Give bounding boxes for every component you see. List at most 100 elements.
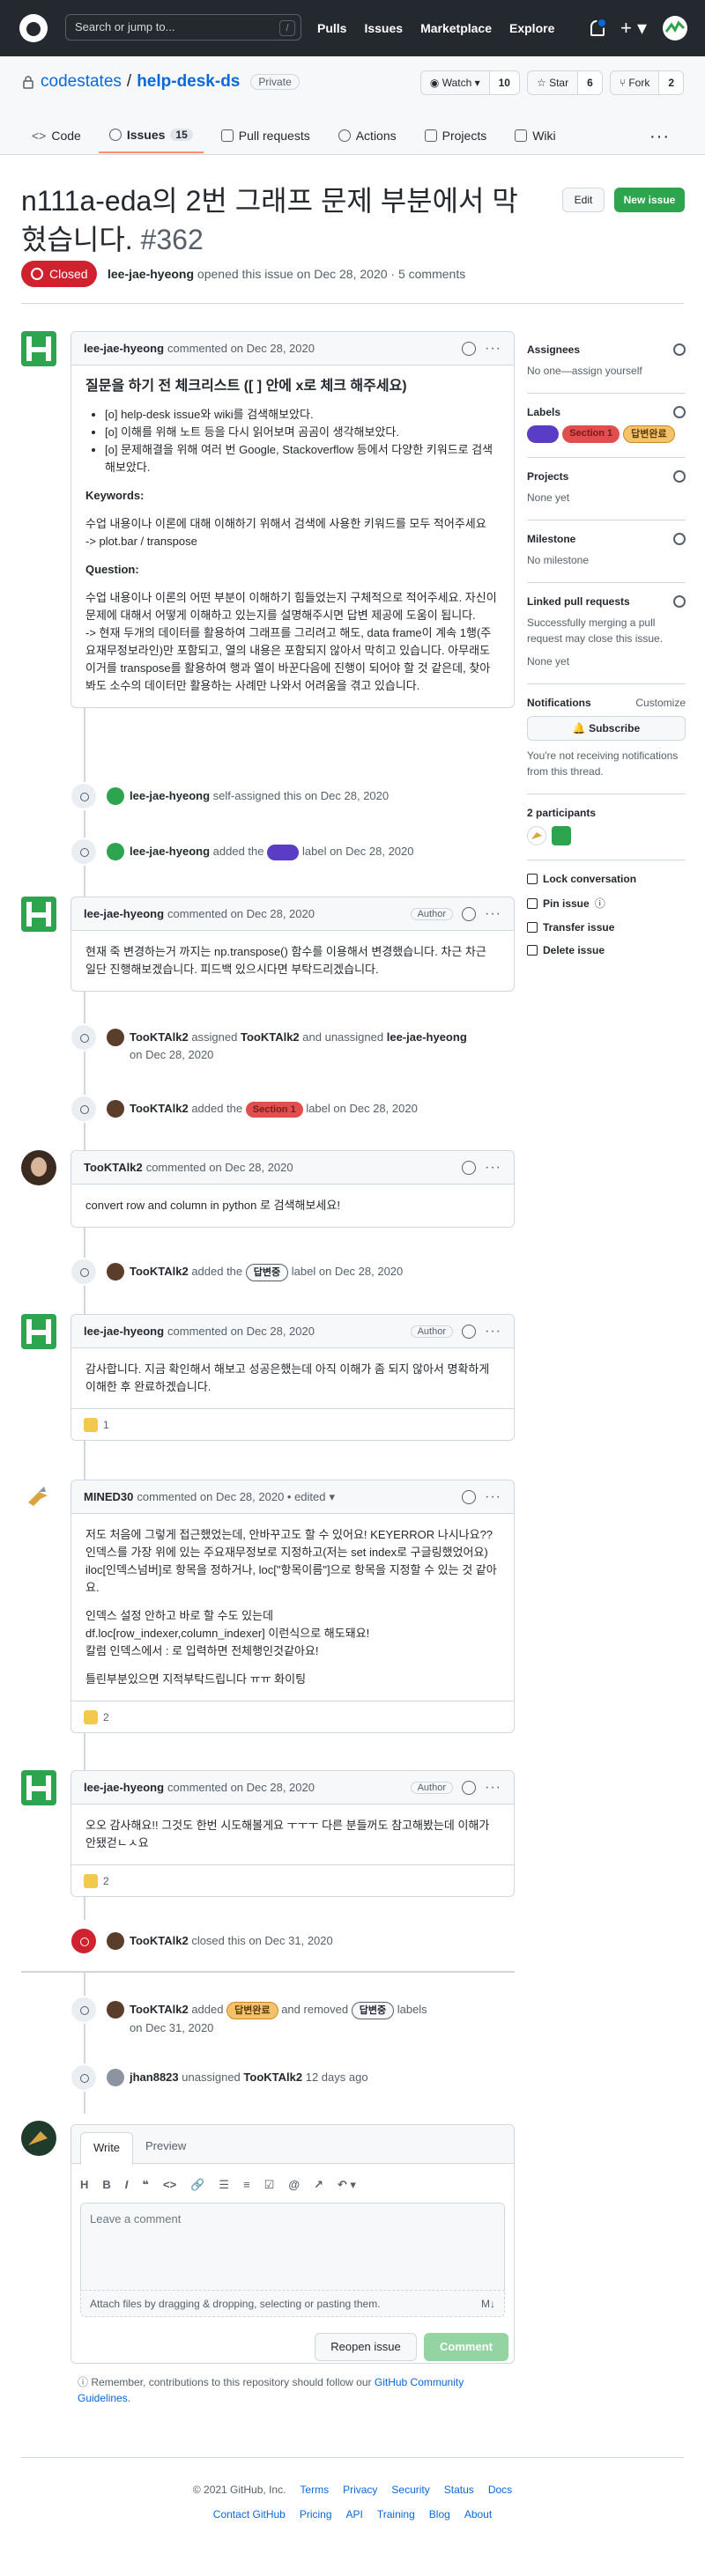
watch-count[interactable]: 10 — [489, 71, 519, 94]
event-actor[interactable]: lee-jae-hyeong — [130, 845, 210, 858]
label-answering[interactable]: 답변중 — [245, 1264, 289, 1281]
comment-options-icon[interactable]: ··· — [485, 1780, 501, 1796]
footer-link-contact[interactable]: Contact GitHub — [213, 2508, 286, 2521]
comment-author[interactable]: MINED30 — [84, 1490, 133, 1503]
participant-avatar[interactable] — [527, 826, 546, 845]
edit-title-button[interactable]: Edit — [562, 188, 605, 212]
avatar[interactable] — [21, 1150, 56, 1185]
avatar[interactable] — [21, 1314, 56, 1349]
participant-avatar[interactable] — [552, 826, 571, 845]
comment-author[interactable]: lee-jae-hyeong — [84, 342, 164, 355]
avatar[interactable] — [107, 1263, 124, 1281]
assignees-value[interactable]: No one—assign yourself — [527, 363, 686, 379]
add-reaction-smiley-icon[interactable] — [462, 1489, 477, 1504]
linked-pr-title[interactable]: Linked pull requests — [527, 595, 630, 608]
comment-time[interactable]: commented on Dec 28, 2020 — [146, 1161, 293, 1174]
reopen-issue-button[interactable]: Reopen issue — [315, 2333, 417, 2361]
search-input[interactable]: Search or jump to... / — [65, 14, 301, 41]
comment-button[interactable]: Comment — [424, 2333, 508, 2361]
footer-link-docs[interactable]: Docs — [488, 2484, 512, 2496]
avatar[interactable] — [21, 897, 56, 932]
gear-icon[interactable] — [673, 595, 686, 608]
comment-options-icon[interactable]: ··· — [485, 1160, 501, 1176]
assignees-title[interactable]: Assignees — [527, 343, 580, 356]
fork-button[interactable]: ⑂ Fork 2 — [609, 70, 684, 95]
comment-time[interactable]: commented on Dec 28, 2020 — [167, 1325, 315, 1338]
tab-issues[interactable]: Issues 15 — [98, 118, 204, 153]
milestone-title[interactable]: Milestone — [527, 533, 575, 545]
customize-link[interactable]: Customize — [635, 697, 686, 709]
heading-icon[interactable]: H — [80, 2178, 88, 2192]
new-issue-button[interactable]: New issue — [614, 188, 685, 212]
avatar[interactable] — [107, 1932, 124, 1950]
lock-conversation-action[interactable]: Lock conversation — [527, 873, 686, 885]
event-user-link[interactable]: TooKTAlk2 — [241, 1030, 300, 1044]
cross-reference-icon[interactable]: ↗ — [314, 2178, 323, 2192]
gear-icon[interactable] — [673, 533, 686, 545]
tab-preview[interactable]: Preview — [145, 2139, 186, 2152]
bulleted-list-icon[interactable]: ☰ — [219, 2178, 229, 2192]
star-button[interactable]: ☆ Star 6 — [526, 70, 603, 95]
pin-issue-action[interactable]: Pin issue ⓘ — [527, 896, 686, 911]
subscribe-button[interactable]: 🔔 Subscribe — [527, 716, 686, 741]
quote-icon[interactable]: ❝ — [142, 2178, 149, 2192]
tab-write[interactable]: Write — [80, 2132, 133, 2165]
nav-pulls[interactable]: Pulls — [317, 21, 346, 35]
event-actor[interactable]: TooKTAlk2 — [130, 1934, 189, 1947]
delete-issue-action[interactable]: Delete issue — [527, 944, 686, 956]
tab-pull-requests[interactable]: Pull requests — [211, 118, 321, 153]
repo-name-link[interactable]: help-desk-ds — [137, 72, 240, 92]
comment-textarea[interactable]: Leave a comment — [80, 2203, 505, 2291]
italic-icon[interactable]: I — [125, 2178, 129, 2192]
reaction-count[interactable]: 2 — [103, 1711, 109, 1723]
label-section-1[interactable]: Section 1 — [562, 425, 620, 443]
tab-code[interactable]: <> Code — [21, 118, 92, 153]
gear-icon[interactable] — [673, 406, 686, 418]
footer-link-privacy[interactable]: Privacy — [343, 2484, 377, 2496]
thumbs-up-icon[interactable] — [84, 1709, 98, 1724]
avatar[interactable] — [107, 1029, 124, 1046]
issue-author-link[interactable]: lee-jae-hyeong — [108, 267, 194, 281]
comment-time[interactable]: commented on Dec 28, 2020 • edited — [137, 1490, 325, 1503]
comment-time[interactable]: commented on Dec 28, 2020 — [167, 342, 315, 355]
event-user-link[interactable]: TooKTAlk2 — [243, 2070, 302, 2084]
reaction-count[interactable]: 1 — [103, 1419, 109, 1431]
comment-author[interactable]: lee-jae-hyeong — [84, 1781, 164, 1794]
footer-link-api[interactable]: API — [346, 2508, 363, 2521]
avatar[interactable] — [21, 331, 56, 366]
thumbs-up-icon[interactable] — [84, 1873, 98, 1888]
gear-icon[interactable] — [673, 343, 686, 356]
avatar[interactable] — [107, 2001, 124, 2019]
add-reaction-smiley-icon[interactable] — [462, 1324, 477, 1339]
tab-projects[interactable]: Projects — [414, 118, 498, 153]
add-reaction-smiley-icon[interactable] — [462, 906, 477, 921]
star-count[interactable]: 6 — [578, 71, 602, 94]
avatar[interactable] — [107, 1100, 124, 1118]
tab-wiki[interactable]: Wiki — [504, 118, 566, 153]
notifications-bell-icon[interactable] — [590, 18, 607, 36]
labels-title[interactable]: Labels — [527, 406, 560, 418]
comment-options-icon[interactable]: ··· — [485, 906, 501, 922]
event-actor[interactable]: TooKTAlk2 — [130, 1030, 189, 1044]
edited-dropdown-icon[interactable]: ▾ — [330, 1490, 336, 1504]
comment-time[interactable]: commented on Dec 28, 2020 — [167, 1781, 315, 1794]
footer-link-blog[interactable]: Blog — [429, 2508, 450, 2521]
create-new-plus-icon[interactable]: + ▾ — [620, 18, 647, 38]
numbered-list-icon[interactable]: ≡ — [243, 2178, 250, 2192]
nav-marketplace[interactable]: Marketplace — [420, 21, 492, 35]
avatar[interactable] — [107, 2069, 124, 2086]
gear-icon[interactable] — [673, 470, 686, 483]
attach-files-area[interactable]: Attach files by dragging & dropping, sel… — [80, 2291, 505, 2317]
fork-count[interactable]: 2 — [659, 71, 683, 94]
footer-link-pricing[interactable]: Pricing — [300, 2508, 332, 2521]
mention-icon[interactable]: @ — [288, 2178, 300, 2192]
event-actor[interactable]: TooKTAlk2 — [130, 1102, 189, 1115]
transfer-issue-action[interactable]: Transfer issue — [527, 921, 686, 934]
avatar[interactable] — [21, 1480, 56, 1515]
watch-button[interactable]: ◉ Watch ▾ 10 — [419, 70, 520, 95]
markdown-icon[interactable]: M↓ — [481, 2298, 495, 2310]
add-reaction-smiley-icon[interactable] — [462, 1780, 477, 1795]
avatar[interactable] — [21, 1770, 56, 1805]
label-question[interactable]: 질문 — [267, 845, 300, 860]
comment-time[interactable]: commented on Dec 28, 2020 — [167, 907, 315, 920]
